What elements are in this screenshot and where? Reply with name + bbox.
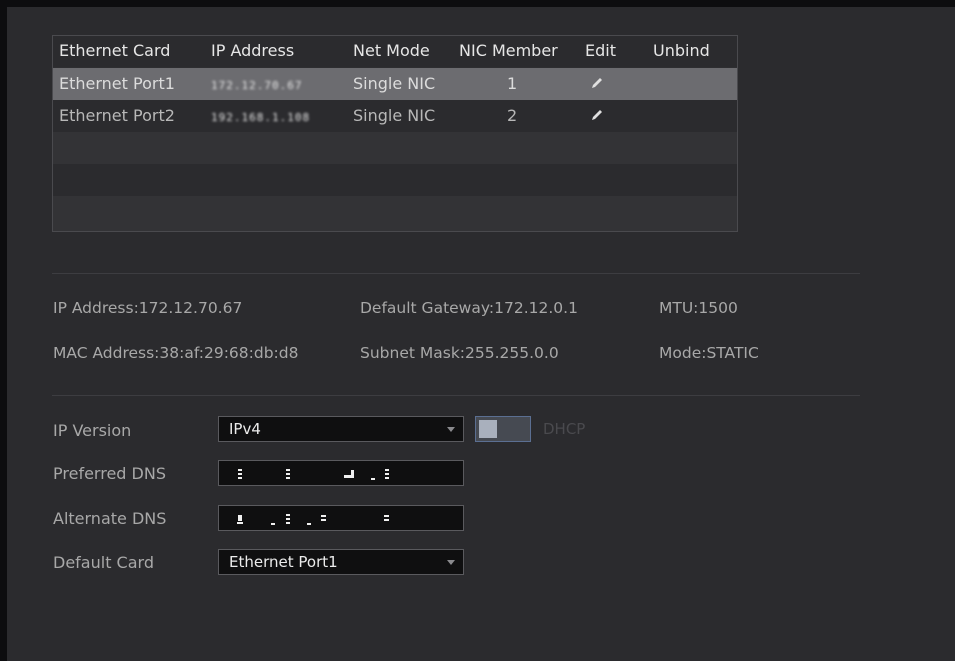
table-row [53,132,737,164]
cell-ethernet-card: Ethernet Port2 [59,106,175,125]
cell-ip-address: 192.168.1.108 [211,106,310,128]
header-ip-address: IP Address [211,41,295,60]
default-card-label: Default Card [53,553,154,572]
header-net-mode: Net Mode [353,41,430,60]
masked-ip: 172.12.70.67 [211,79,303,92]
header-ethernet-card: Ethernet Card [59,41,171,60]
pencil-icon[interactable] [589,107,605,123]
network-tcpip-panel: Ethernet Card IP Address Net Mode NIC Me… [7,7,955,661]
chevron-down-icon [447,427,455,432]
table-row [53,196,737,231]
masked-ip-icon [237,514,389,525]
toggle-knob [479,420,497,438]
dhcp-toggle[interactable] [475,416,531,442]
cell-nic-member: 2 [507,106,518,125]
preferred-dns-label: Preferred DNS [53,464,166,483]
header-edit: Edit [585,41,616,60]
preferred-dns-field[interactable] [218,460,464,486]
table-row [53,164,737,196]
divider [52,273,860,274]
table-row[interactable]: Ethernet Port1 172.12.70.67 Single NIC 1 [53,68,737,100]
nic-table: Ethernet Card IP Address Net Mode NIC Me… [52,35,738,232]
alternate-dns-field[interactable] [218,505,464,531]
info-subnet-mask: Subnet Mask:255.255.0.0 [360,344,559,362]
header-unbind: Unbind [653,41,710,60]
table-header: Ethernet Card IP Address Net Mode NIC Me… [53,36,737,67]
default-card-select[interactable]: Ethernet Port1 [218,549,464,575]
ip-version-value: IPv4 [229,420,261,438]
cell-net-mode: Single NIC [353,74,436,93]
dhcp-label: DHCP [543,420,586,438]
divider [52,395,860,396]
alternate-dns-label: Alternate DNS [53,509,167,528]
cell-net-mode: Single NIC [353,106,436,125]
masked-ip-icon [238,469,389,480]
info-mode: Mode:STATIC [659,344,759,362]
info-default-gateway: Default Gateway:172.12.0.1 [360,299,578,317]
cell-ip-address: 172.12.70.67 [211,74,302,96]
ip-version-label: IP Version [53,421,132,440]
header-nic-member: NIC Member [459,41,558,60]
info-ip-address: IP Address:172.12.70.67 [53,299,243,317]
cell-ethernet-card: Ethernet Port1 [59,74,175,93]
table-row[interactable]: Ethernet Port2 192.168.1.108 Single NIC … [53,100,737,132]
chevron-down-icon [447,560,455,565]
pencil-icon[interactable] [589,75,605,91]
info-mac-address: MAC Address:38:af:29:68:db:d8 [53,344,299,362]
info-mtu: MTU:1500 [659,299,738,317]
default-card-value: Ethernet Port1 [229,553,338,571]
masked-ip: 192.168.1.108 [211,111,311,124]
cell-nic-member: 1 [507,74,518,93]
ip-version-select[interactable]: IPv4 [218,416,464,442]
